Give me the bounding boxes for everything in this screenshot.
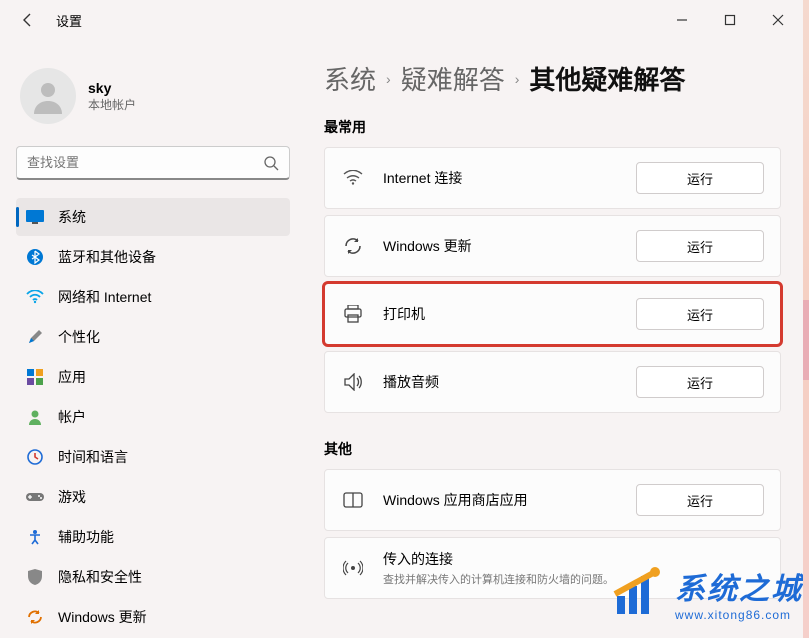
ts-label: 打印机 [383, 304, 636, 324]
chevron-right-icon: › [515, 71, 520, 87]
minimize-button[interactable] [659, 4, 705, 36]
nav-label: 隐私和安全性 [58, 567, 142, 587]
nav-accounts[interactable]: 帐户 [16, 398, 290, 436]
run-button-internet[interactable]: 运行 [636, 162, 764, 194]
user-profile[interactable]: sky 本地帐户 [20, 68, 286, 124]
ts-internet: Internet 连接 运行 [324, 147, 781, 209]
close-button[interactable] [755, 4, 801, 36]
ts-label: 播放音频 [383, 372, 636, 392]
nav-label: 应用 [58, 367, 86, 387]
speaker-icon [341, 373, 365, 391]
sidebar: sky 本地帐户 系统 蓝牙和其他设备 网络和 Internet 个 [0, 40, 300, 638]
ts-label: Windows 更新 [383, 236, 636, 256]
watermark: 系统之城 www.xitong86.com [611, 564, 803, 622]
antenna-icon [341, 558, 365, 578]
ts-audio: 播放音频 运行 [324, 351, 781, 413]
crumb-troubleshoot[interactable]: 疑难解答 [401, 60, 505, 97]
window-icon [341, 492, 365, 508]
ts-store: Windows 应用商店应用 运行 [324, 469, 781, 531]
nav-personalize[interactable]: 个性化 [16, 318, 290, 356]
bluetooth-icon [26, 248, 44, 266]
apps-icon [26, 368, 44, 386]
watermark-text: 系统之城 [675, 564, 803, 608]
ts-label: Internet 连接 [383, 168, 636, 188]
nav-label: 网络和 Internet [58, 287, 151, 307]
run-button-audio[interactable]: 运行 [636, 366, 764, 398]
ts-windows-update: Windows 更新 运行 [324, 215, 781, 277]
sync-icon [26, 608, 44, 626]
breadcrumb: 系统 › 疑难解答 › 其他疑难解答 [324, 60, 781, 97]
accessibility-icon [26, 528, 44, 546]
run-button-update[interactable]: 运行 [636, 230, 764, 262]
section-other: 其他 [324, 439, 781, 459]
nav-label: 个性化 [58, 327, 100, 347]
person-icon [26, 408, 44, 426]
nav-label: 时间和语言 [58, 447, 128, 467]
nav-network[interactable]: 网络和 Internet [16, 278, 290, 316]
wifi-icon [26, 288, 44, 306]
back-button[interactable] [8, 0, 48, 40]
printer-icon [341, 305, 365, 323]
nav-time[interactable]: 时间和语言 [16, 438, 290, 476]
nav-accessibility[interactable]: 辅助功能 [16, 518, 290, 556]
watermark-logo-icon [611, 566, 665, 620]
nav-privacy[interactable]: 隐私和安全性 [16, 558, 290, 596]
crumb-system[interactable]: 系统 [324, 60, 376, 97]
search-input[interactable] [27, 155, 263, 170]
arrow-left-icon [20, 12, 36, 28]
run-button-store[interactable]: 运行 [636, 484, 764, 516]
display-icon [26, 208, 44, 226]
avatar [20, 68, 76, 124]
nav-gaming[interactable]: 游戏 [16, 478, 290, 516]
search-icon [263, 155, 279, 171]
ts-label: Windows 应用商店应用 [383, 490, 636, 510]
nav-apps[interactable]: 应用 [16, 358, 290, 396]
nav-label: 游戏 [58, 487, 86, 507]
minimize-icon [676, 14, 688, 26]
main-panel: 系统 › 疑难解答 › 其他疑难解答 最常用 Internet 连接 运行 Wi… [300, 40, 809, 638]
nav-label: 系统 [58, 207, 86, 227]
crumb-other: 其他疑难解答 [529, 60, 685, 97]
ts-printer: 打印机 运行 [324, 283, 781, 345]
nav-label: Windows 更新 [58, 607, 147, 627]
wifi-icon [341, 170, 365, 186]
clock-icon [26, 448, 44, 466]
chevron-right-icon: › [386, 71, 391, 87]
sync-icon [341, 236, 365, 256]
close-icon [772, 14, 784, 26]
brush-icon [26, 328, 44, 346]
user-subtitle: 本地帐户 [88, 96, 136, 113]
edge-decoration [803, 300, 809, 380]
window-controls [659, 4, 801, 36]
nav-update[interactable]: Windows 更新 [16, 598, 290, 636]
run-button-printer[interactable]: 运行 [636, 298, 764, 330]
window-title: 设置 [56, 11, 82, 30]
nav-label: 蓝牙和其他设备 [58, 247, 156, 267]
maximize-icon [724, 14, 736, 26]
nav-label: 辅助功能 [58, 527, 114, 547]
titlebar: 设置 [0, 0, 809, 40]
search-box[interactable] [16, 146, 290, 180]
watermark-url: www.xitong86.com [675, 608, 803, 622]
nav-system[interactable]: 系统 [16, 198, 290, 236]
nav-bluetooth[interactable]: 蓝牙和其他设备 [16, 238, 290, 276]
person-icon [30, 78, 66, 114]
user-name: sky [88, 80, 136, 96]
nav-list: 系统 蓝牙和其他设备 网络和 Internet 个性化 应用 帐户 [16, 198, 290, 636]
section-most-used: 最常用 [324, 117, 781, 137]
nav-label: 帐户 [58, 407, 86, 427]
shield-icon [26, 568, 44, 586]
gamepad-icon [26, 488, 44, 506]
maximize-button[interactable] [707, 4, 753, 36]
